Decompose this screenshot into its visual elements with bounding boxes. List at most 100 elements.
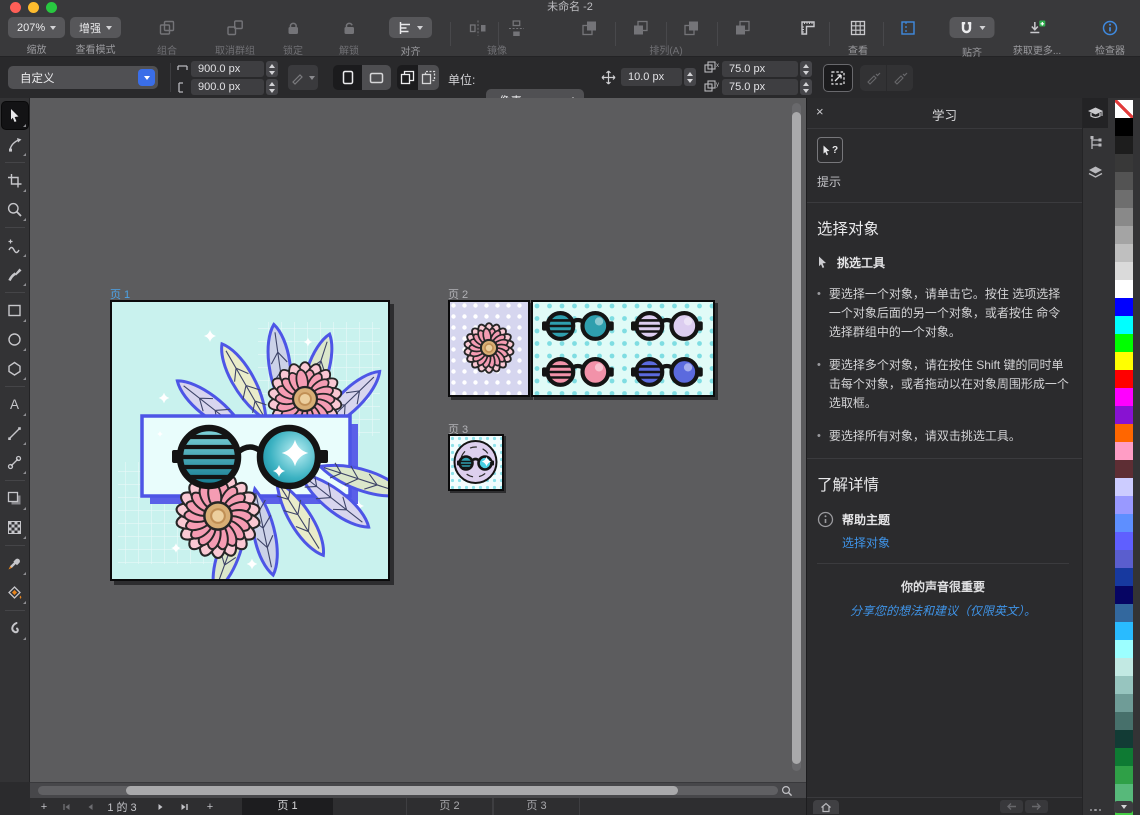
tool-line[interactable]: [2, 420, 28, 447]
tool-freehand[interactable]: [2, 232, 28, 259]
mirror-vertical-icon[interactable]: [508, 19, 526, 38]
color-swatch[interactable]: [1115, 730, 1133, 748]
color-swatch[interactable]: [1115, 280, 1133, 298]
scale-lock-button[interactable]: [288, 65, 318, 90]
all-pages-button[interactable]: [397, 65, 418, 90]
tool-artistic-media[interactable]: [2, 261, 28, 288]
tool-polygon[interactable]: [2, 355, 28, 382]
color-swatch[interactable]: [1115, 406, 1133, 424]
get-more-button[interactable]: 获取更多...: [1013, 17, 1061, 57]
tool-eyedropper[interactable]: [2, 550, 28, 577]
color-swatch[interactable]: [1115, 550, 1133, 568]
color-swatch[interactable]: [1115, 388, 1133, 406]
width-stepper[interactable]: [266, 61, 278, 77]
group-button[interactable]: 组合: [157, 17, 177, 57]
zoom-corner-button[interactable]: [778, 784, 796, 797]
vertical-scrollbar-thumb[interactable]: [792, 112, 801, 764]
grid-icon[interactable]: [849, 19, 867, 37]
color-swatch[interactable]: [1115, 370, 1133, 388]
duplicate-y-field[interactable]: 75.0 px: [722, 79, 798, 95]
duplicate-x-stepper[interactable]: [800, 61, 812, 77]
color-swatch[interactable]: [1115, 478, 1133, 496]
duplicate-y-stepper[interactable]: [800, 79, 812, 95]
color-swatch[interactable]: [1115, 208, 1133, 226]
view-mode-dropdown[interactable]: 增强: [70, 17, 121, 38]
last-page-button[interactable]: [174, 798, 194, 815]
next-page-button[interactable]: [150, 798, 170, 815]
duplicate-x-field[interactable]: 75.0 px: [722, 61, 798, 77]
color-swatch[interactable]: [1115, 244, 1133, 262]
color-swatch[interactable]: [1115, 172, 1133, 190]
docker-tab-layers[interactable]: [1083, 158, 1108, 188]
nudge-stepper[interactable]: [684, 68, 696, 86]
color-swatch[interactable]: [1115, 262, 1133, 280]
page-tab-1[interactable]: 页 1: [242, 798, 333, 815]
color-swatch[interactable]: [1115, 712, 1133, 730]
color-swatch[interactable]: [1115, 190, 1133, 208]
feedback-link[interactable]: 分享您的想法和建议（仅限英文）。: [817, 602, 1069, 619]
height-stepper[interactable]: [266, 79, 278, 95]
treat-as-filled-button[interactable]: [824, 65, 852, 91]
hints-pointer-button[interactable]: ?: [817, 137, 843, 163]
inspector-button[interactable]: 检查器: [1095, 17, 1125, 57]
tool-smart-fill[interactable]: [2, 579, 28, 606]
tool-text[interactable]: A: [2, 391, 28, 418]
back-button[interactable]: [1000, 800, 1023, 813]
tool-drop-shadow[interactable]: [2, 485, 28, 512]
no-color-swatch[interactable]: [1115, 100, 1133, 118]
tool-ellipse[interactable]: [2, 326, 28, 353]
drawing-canvas[interactable]: 页 1: [30, 98, 806, 782]
page-height-field[interactable]: 900.0 px: [191, 79, 264, 95]
color-swatch[interactable]: [1115, 676, 1133, 694]
tool-zoom[interactable]: [2, 196, 28, 223]
color-swatch[interactable]: [1115, 496, 1133, 514]
first-page-button[interactable]: [56, 798, 76, 815]
prev-page-button[interactable]: [80, 798, 100, 815]
palette-scroll-down-button[interactable]: [1114, 801, 1133, 813]
docker-tab-properties[interactable]: [1083, 128, 1108, 158]
edit-fill-button[interactable]: [860, 65, 886, 91]
page-tab-2[interactable]: 页 2: [406, 798, 493, 815]
color-swatch[interactable]: [1115, 136, 1133, 154]
color-swatch[interactable]: [1115, 532, 1133, 550]
rulers-button[interactable]: .: [799, 17, 817, 53]
tool-shape-edit[interactable]: [2, 131, 28, 158]
tool-crop[interactable]: [2, 167, 28, 194]
color-swatch[interactable]: [1115, 424, 1133, 442]
forward-one-icon[interactable]: [683, 19, 701, 37]
color-swatch[interactable]: [1115, 766, 1133, 784]
color-swatch[interactable]: [1115, 640, 1133, 658]
lock-button[interactable]: 锁定: [283, 17, 303, 57]
home-button[interactable]: [813, 800, 839, 814]
color-swatch[interactable]: [1115, 442, 1133, 460]
select-objects-link[interactable]: 选择对象: [842, 534, 1069, 551]
snap-dropdown[interactable]: [950, 17, 995, 38]
forward-button[interactable]: [1025, 800, 1048, 813]
to-front-icon[interactable]: [581, 19, 599, 37]
color-swatch[interactable]: [1115, 298, 1133, 316]
tool-rectangle[interactable]: [2, 297, 28, 324]
tool-mesh-fill[interactable]: [2, 514, 28, 541]
mirror-horizontal-icon[interactable]: [469, 19, 488, 37]
color-swatch[interactable]: [1115, 352, 1133, 370]
color-swatch[interactable]: [1115, 118, 1133, 136]
nudge-field[interactable]: 10.0 px: [621, 68, 682, 86]
add-page-button[interactable]: +: [34, 798, 54, 815]
color-swatch[interactable]: [1115, 226, 1133, 244]
page-border-icon[interactable]: [899, 19, 917, 37]
docker-tab-learn[interactable]: [1083, 98, 1108, 128]
color-swatch[interactable]: [1115, 154, 1133, 172]
tool-connector[interactable]: [2, 449, 28, 476]
color-swatch[interactable]: [1115, 514, 1133, 532]
ungroup-button[interactable]: 取消群组: [215, 17, 255, 57]
color-swatch[interactable]: [1115, 694, 1133, 712]
zoom-level-dropdown[interactable]: 207%: [8, 17, 65, 38]
page-width-field[interactable]: 900.0 px: [191, 61, 264, 77]
color-swatch[interactable]: [1115, 748, 1133, 766]
page2-glasses-panel[interactable]: [531, 300, 715, 397]
page-tab-3[interactable]: 页 3: [493, 798, 580, 815]
portrait-button[interactable]: [333, 65, 362, 90]
back-one-icon[interactable]: [734, 19, 752, 37]
page3-artwork[interactable]: [448, 434, 504, 491]
landscape-button[interactable]: [362, 65, 391, 90]
